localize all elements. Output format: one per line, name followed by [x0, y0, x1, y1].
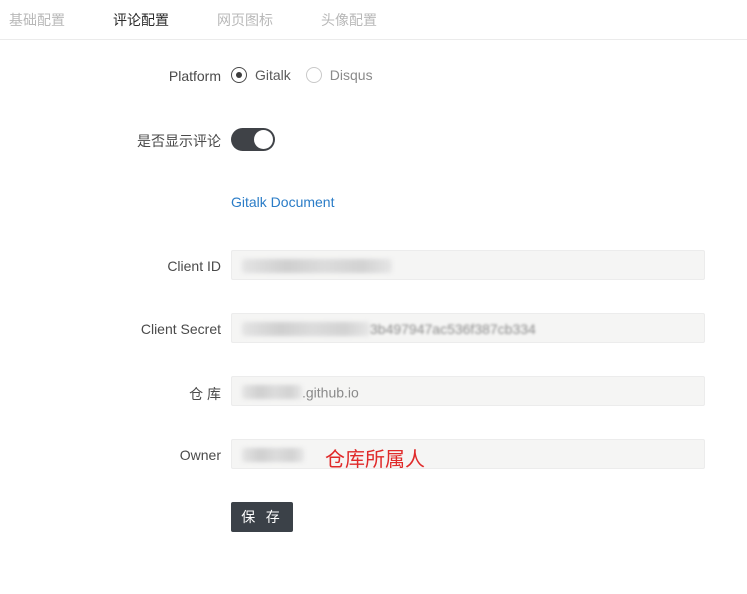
gitalk-document-link[interactable]: Gitalk Document: [231, 194, 334, 210]
radio-checked-icon[interactable]: [231, 67, 247, 83]
client-secret-visible-text: 3b497947ac536f387cb334: [370, 321, 536, 338]
radio-gitalk[interactable]: Gitalk: [231, 67, 291, 83]
repo-visible-text: .github.io: [302, 384, 359, 401]
client-secret-input[interactable]: 3b497947ac536f387cb334: [231, 313, 705, 343]
client-id-input[interactable]: [231, 250, 705, 280]
tab-bar: 基础配置 评论配置 网页图标 头像配置: [0, 0, 747, 40]
radio-gitalk-label: Gitalk: [255, 67, 291, 83]
tab-comment-config[interactable]: 评论配置: [113, 10, 169, 30]
tab-basic-config[interactable]: 基础配置: [9, 10, 65, 30]
owner-annotation: 仓库所属人: [325, 447, 425, 471]
redacted-value: [242, 385, 302, 400]
redacted-value: [242, 259, 392, 274]
toggle-knob: [254, 130, 273, 149]
radio-disqus[interactable]: Disqus: [305, 67, 373, 83]
show-comments-label: 是否显示评论: [137, 133, 221, 149]
platform-label: Platform: [168, 68, 221, 84]
radio-disqus-label: Disqus: [329, 67, 373, 83]
owner-label: Owner: [179, 447, 221, 463]
redacted-value: [242, 322, 370, 337]
client-secret-label: Client Secret: [140, 321, 221, 337]
redacted-value: [242, 448, 304, 463]
repo-label: 仓 库: [189, 386, 221, 402]
repo-input[interactable]: .github.io: [231, 376, 705, 406]
owner-input[interactable]: [231, 439, 705, 469]
client-id-label: Client ID: [167, 258, 221, 274]
tab-favicon[interactable]: 网页图标: [217, 10, 273, 30]
show-comments-toggle[interactable]: [231, 128, 275, 151]
platform-radio-group: Gitalk Disqus: [231, 67, 388, 83]
save-button[interactable]: 保 存: [231, 502, 293, 532]
tab-avatar-config[interactable]: 头像配置: [321, 10, 377, 30]
radio-unchecked-icon[interactable]: [305, 67, 322, 83]
